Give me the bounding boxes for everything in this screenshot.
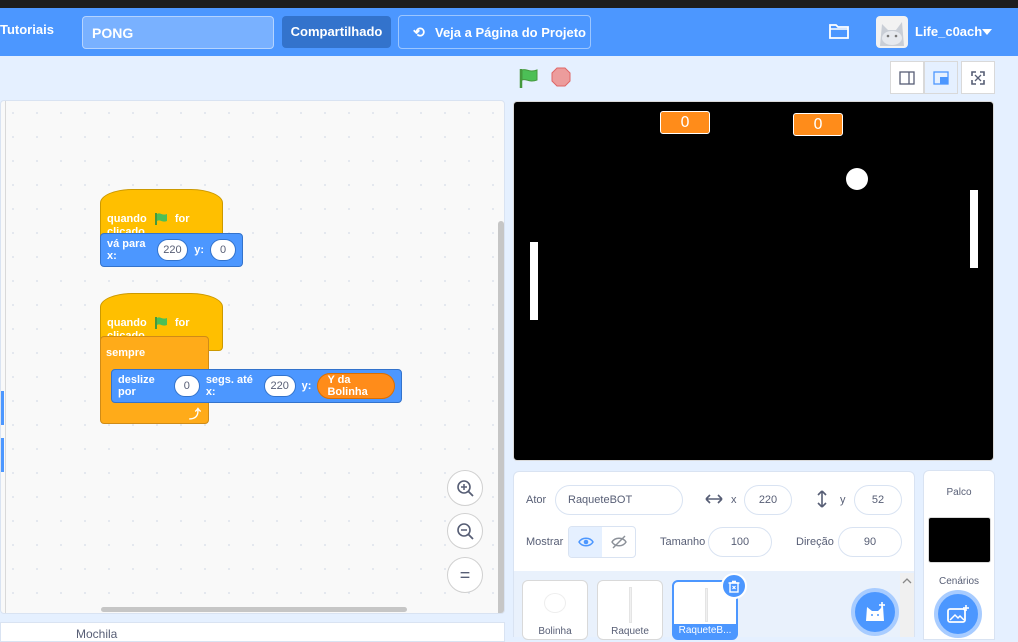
trash-icon <box>728 580 740 593</box>
green-flag-icon[interactable] <box>518 67 540 89</box>
sprite-list-scrollbar[interactable] <box>900 573 914 637</box>
backdrops-label: Cenários <box>938 576 980 587</box>
folder-icon[interactable] <box>828 22 850 40</box>
goto-y-label: y: <box>194 244 204 256</box>
direction-input[interactable]: 90 <box>838 527 902 557</box>
glide-x-input[interactable]: 220 <box>263 375 296 397</box>
paddle-right <box>970 190 978 268</box>
zoom-out-button[interactable] <box>447 513 483 549</box>
go-to-xy-block[interactable]: vá para x: 220 y: 0 <box>100 233 243 267</box>
chevron-up-icon <box>902 578 912 584</box>
browser-top-strip <box>0 0 1018 8</box>
share-button[interactable]: Compartilhado <box>282 16 391 48</box>
zoom-in-icon <box>457 480 474 497</box>
large-stage-icon <box>933 70 949 85</box>
stage-canvas[interactable]: 0 0 <box>513 101 994 461</box>
paddle-thumbnail <box>705 588 708 622</box>
eye-icon <box>577 537 594 547</box>
x-label: x <box>731 494 737 506</box>
loop-arrow-icon: ⤴ <box>189 407 202 421</box>
goto-x-input[interactable]: 220 <box>156 239 189 261</box>
fullscreen-icon <box>971 70 985 85</box>
small-stage-icon <box>899 70 915 85</box>
sprite-tile-raquete[interactable]: Raquete <box>597 580 663 640</box>
paddle-left <box>530 242 538 320</box>
glide-label: deslize por <box>118 374 155 398</box>
palette-edge-block <box>1 438 4 472</box>
backpack-bar[interactable]: Mochila <box>0 622 505 642</box>
cat-plus-icon <box>866 602 885 621</box>
y-input[interactable]: 52 <box>854 485 902 515</box>
glide-y-label: y: <box>301 380 312 392</box>
glide-to-xy-block[interactable]: deslize por 0 segs. até x: 220 y: Y da B… <box>111 369 402 403</box>
delete-sprite-button[interactable] <box>721 573 747 599</box>
sprite-name-input[interactable]: RaqueteBOT <box>555 485 683 515</box>
sprite-name: Raquete <box>611 626 649 637</box>
show-hidden-button[interactable] <box>602 527 635 557</box>
see-project-page-button[interactable]: ⟲ Veja a Página do Projeto <box>398 15 591 49</box>
menu-bar: Tutoriais PONG Compartilhado ⟲ Veja a Pág… <box>0 8 1018 56</box>
equals-icon: = <box>459 564 471 585</box>
y-label: y <box>840 494 846 506</box>
fullscreen-button[interactable] <box>961 61 995 94</box>
chevron-down-icon[interactable] <box>982 29 992 35</box>
palette-edge-block <box>1 391 4 425</box>
eye-slash-icon <box>610 535 627 549</box>
sprite-name: Bolinha <box>538 626 572 637</box>
ball <box>846 168 868 190</box>
hat-prefix: quando <box>107 316 147 329</box>
code-horizontal-scrollbar[interactable] <box>101 607 407 612</box>
project-title-input[interactable]: PONG <box>82 16 274 49</box>
zoom-out-icon <box>457 523 474 540</box>
x-input[interactable]: 220 <box>744 485 792 515</box>
backpack-label: Mochila <box>76 627 118 641</box>
goto-label: vá para x: <box>107 238 146 262</box>
goto-y-input[interactable]: 0 <box>210 239 236 261</box>
score-left: 0 <box>660 111 710 134</box>
sprite-tile-bolinha[interactable]: Bolinha <box>522 580 588 640</box>
paddle-thumbnail <box>629 587 632 623</box>
code-vertical-scrollbar[interactable] <box>498 221 504 613</box>
show-toggle <box>568 526 636 558</box>
tutorials-menu[interactable]: Tutoriais <box>0 22 54 37</box>
large-stage-button[interactable] <box>924 61 958 94</box>
image-plus-icon <box>947 605 969 623</box>
code-area-divider <box>5 101 6 613</box>
stage-thumbnail[interactable] <box>928 517 991 563</box>
hat-prefix: quando <box>107 212 147 225</box>
direction-label: Direção <box>796 536 834 548</box>
glide-mid-label: segs. até x: <box>205 374 253 398</box>
green-flag-icon <box>154 317 167 329</box>
cat-avatar-icon <box>880 22 904 46</box>
forever-label: sempre <box>106 347 146 359</box>
sprite-label: Ator <box>526 494 547 506</box>
ball-thumbnail <box>544 593 566 613</box>
score-right: 0 <box>793 113 843 136</box>
choose-sprite-button[interactable] <box>851 588 899 636</box>
small-stage-button[interactable] <box>890 61 924 94</box>
size-label: Tamanho <box>660 536 706 548</box>
choose-backdrop-button[interactable] <box>934 590 982 638</box>
show-visible-button[interactable] <box>569 527 602 557</box>
avatar[interactable] <box>876 16 908 48</box>
show-label: Mostrar <box>526 536 564 548</box>
sprite-name: RaqueteB... <box>674 624 736 638</box>
vertical-arrows-icon <box>817 490 827 508</box>
zoom-reset-button[interactable]: = <box>447 557 483 593</box>
username[interactable]: Life_c0ach <box>915 24 982 39</box>
see-project-label: Veja a Página do Projeto <box>435 25 586 40</box>
remix-arrows-icon: ⟲ <box>413 24 425 40</box>
glide-secs-input[interactable]: 0 <box>173 375 200 397</box>
zoom-in-button[interactable] <box>447 470 483 506</box>
y-of-ball-reporter[interactable]: Y da Bolinha <box>317 373 395 399</box>
stop-icon[interactable] <box>551 67 571 87</box>
stage-title: Palco <box>946 487 972 498</box>
code-area[interactable]: quando for clicado vá para x: 220 y: 0 q… <box>0 100 505 614</box>
green-flag-icon <box>154 213 167 225</box>
size-input[interactable]: 100 <box>708 527 772 557</box>
horizontal-arrows-icon <box>705 494 723 504</box>
